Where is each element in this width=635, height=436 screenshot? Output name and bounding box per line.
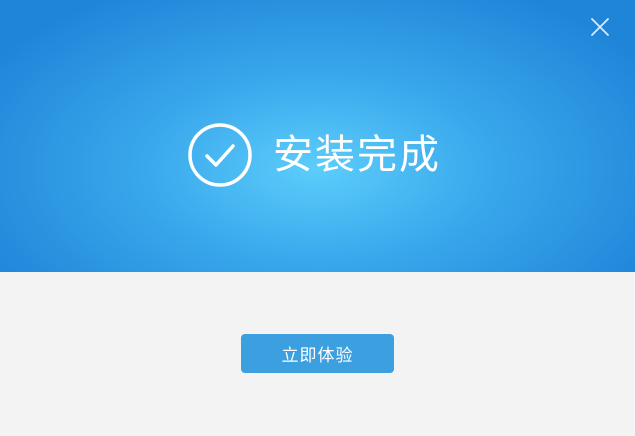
close-icon xyxy=(591,18,609,36)
installer-dialog: 安装完成 立即体验 xyxy=(0,0,635,436)
experience-now-button[interactable]: 立即体验 xyxy=(241,334,394,373)
install-status: 安装完成 xyxy=(187,121,441,189)
dialog-footer: 立即体验 xyxy=(0,272,635,436)
check-circle-icon xyxy=(187,122,253,188)
completion-banner: 安装完成 xyxy=(0,0,635,272)
close-button[interactable] xyxy=(587,14,613,40)
status-title: 安装完成 xyxy=(273,132,441,178)
